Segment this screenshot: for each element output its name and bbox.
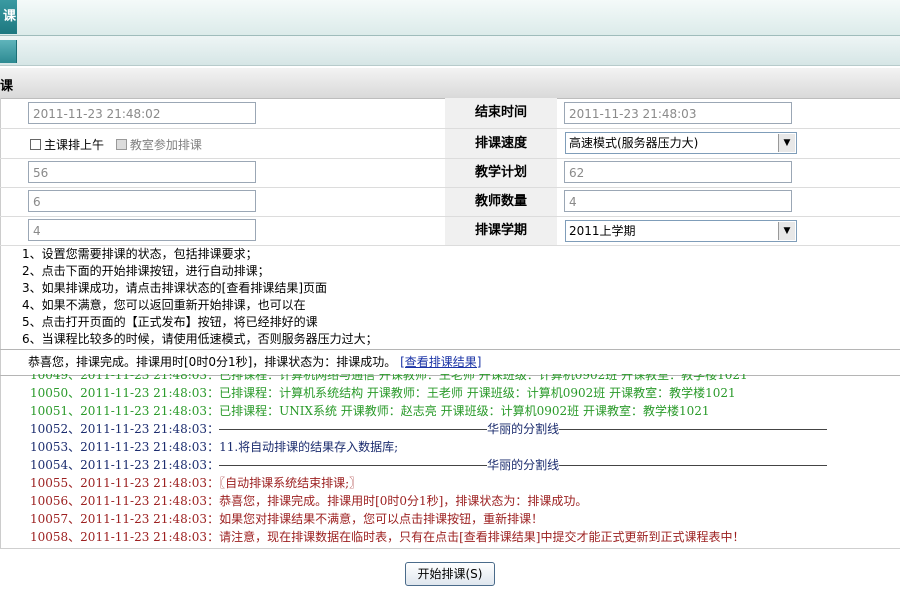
form-row-time: 2011-11-23 21:48:02 结束时间 2011-11-23 21:4… [0,98,900,129]
classroom-checkbox[interactable]: 教室参加排课 [115,138,202,152]
instruction-line: 1、设置您需要排课的状态，包括排课要求； [22,247,258,261]
log-panel: 10049、2011-11-23 21:48:03：已排课程：计算机网络与通信 … [30,374,890,548]
chevron-down-icon[interactable]: ▼ [778,134,795,152]
tab-scheduling[interactable]: 课 [0,0,17,34]
form-row-teachers: 6 教师数量 4 [0,188,900,217]
divider [219,429,488,430]
log-prefix: 10050、2011-11-23 21:48:03： [30,386,220,400]
plan-label: 教学计划 [445,159,557,187]
instructions: 1、设置您需要排课的状态，包括排课要求； 2、点击下面的开始排课按钮，进行自动排… [22,246,442,348]
log-text: 〖自动排课系统结束排课;〗 [219,476,362,490]
log-text: 恭喜您，排课完成。排课用时[0时0分1秒]，排课状态为：排课成功。 [219,494,588,508]
section-header: 课 [0,68,900,99]
log-prefix: 10056、2011-11-23 21:48:03： [30,494,220,508]
speed-value: 高速模式(服务器压力大) [569,136,699,150]
classroom-label: 教室参加排课 [129,138,202,152]
log-line: 10055、2011-11-23 21:48:03：〖自动排课系统结束排课;〗 [30,474,890,492]
bottom-bar: 开始排课(S) [0,548,900,601]
log-line: 10052、2011-11-23 21:48:03： 华丽的分割线 [30,420,890,438]
toolbar-handle[interactable] [0,40,17,63]
log-prefix: 10051、2011-11-23 21:48:03： [30,404,220,418]
log-prefix: 10058、2011-11-23 21:48:03： [30,530,220,544]
left-field-5[interactable]: 4 [28,219,256,241]
section-title: 课 [0,79,14,94]
semester-value: 2011上学期 [569,224,636,238]
form-row-plan: 56 教学计划 62 [0,159,900,188]
instruction-line: 2、点击下面的开始排课按钮，进行自动排课； [22,264,270,278]
teacher-count-label: 教师数量 [445,188,557,216]
main-morning-label: 主课排上午 [44,138,105,152]
log-text: 已排课程：计算机系统结构 开课教师：王老师 开课班级：计算机0902班 开课教室… [219,386,736,400]
top-tab-bar: 课 [0,0,900,36]
start-time-field[interactable]: 2011-11-23 21:48:02 [28,102,256,124]
log-text: 11.将自动排课的结果存入数据库; [219,440,399,454]
divider [559,429,828,430]
left-field-3[interactable]: 56 [28,161,256,183]
form-row-semester: 4 排课学期 2011上学期 ▼ [0,217,900,246]
log-text: 华丽的分割线 [487,422,560,436]
log-prefix: 10057、2011-11-23 21:48:03： [30,512,220,526]
speed-label: 排课速度 [445,129,557,158]
semester-label: 排课学期 [445,217,557,245]
log-line: 10051、2011-11-23 21:48:03：已排课程：UNIX系统 开课… [30,402,890,420]
instruction-line: 4、如果不满意，您可以返回重新开始排课，也可以在 [22,298,306,312]
log-text: 如果您对排课结果不满意，您可以点击排课按钮，重新排课！ [219,512,544,526]
divider [219,465,488,466]
speed-select[interactable]: 高速模式(服务器压力大) ▼ [565,132,797,154]
end-time-field[interactable]: 2011-11-23 21:48:03 [564,102,792,124]
checkbox-group: 主课排上午 教室参加排课 [30,136,202,153]
end-time-label: 结束时间 [445,98,557,128]
left-field-4[interactable]: 6 [28,190,256,212]
log-line: 10054、2011-11-23 21:48:03： 华丽的分割线 [30,456,890,474]
checkbox-icon [30,139,41,150]
log-prefix: 10053、2011-11-23 21:48:03： [30,440,220,454]
plan-field[interactable]: 62 [564,161,792,183]
log-text: 华丽的分割线 [487,458,560,472]
log-line: 10050、2011-11-23 21:48:03：已排课程：计算机系统结构 开… [30,384,890,402]
start-scheduling-button[interactable]: 开始排课(S) [405,562,495,586]
semester-select[interactable]: 2011上学期 ▼ [565,220,797,242]
log-prefix: 10055、2011-11-23 21:48:03： [30,476,220,490]
log-text: 请注意，现在排课数据在临时表，只有在点击[查看排课结果]中提交才能正式更新到正式… [219,530,745,544]
log-line: 10053、2011-11-23 21:48:03：11.将自动排课的结果存入数… [30,438,890,456]
chevron-down-icon[interactable]: ▼ [778,222,795,240]
checkbox-icon [115,139,127,150]
main-morning-checkbox[interactable]: 主课排上午 [30,138,104,152]
instruction-line: 3、如果排课成功，请点击排课状态的[查看排课结果]页面 [22,281,328,295]
status-bar: 恭喜您，排课完成。排课用时[0时0分1秒]，排课状态为：排课成功。 [查看排课结… [0,349,900,376]
log-line: 10056、2011-11-23 21:48:03：恭喜您，排课完成。排课用时[… [30,492,890,510]
log-line: 10058、2011-11-23 21:48:03：请注意，现在排课数据在临时表… [30,528,890,546]
divider [559,465,828,466]
teacher-count-field[interactable]: 4 [564,190,792,212]
form-row-speed: 主课排上午 教室参加排课 排课速度 高速模式(服务器压力大) ▼ [0,129,900,159]
log-text: 已排课程：UNIX系统 开课教师：赵志亮 开课班级：计算机0902班 开课教室：… [219,404,710,418]
log-text: 已排课程：计算机网络与通信 开课教师：王老师 开课班级：计算机0902班 开课教… [219,374,748,382]
log-line: 10057、2011-11-23 21:48:03：如果您对排课结果不满意，您可… [30,510,890,528]
log-prefix: 10049、2011-11-23 21:48:03： [30,374,220,382]
instruction-line: 6、当课程比较多的时候，请使用低速模式，否则服务器压力过大； [22,332,378,346]
toolbar [0,36,900,66]
instruction-line: 5、点击打开页面的【正式发布】按钮，将已经排好的课 [22,315,318,329]
status-message: 恭喜您，排课完成。排课用时[0时0分1秒]，排课状态为：排课成功。 [28,355,397,369]
log-prefix: 10052、2011-11-23 21:48:03： [30,422,220,436]
log-line: 10049、2011-11-23 21:48:03：已排课程：计算机网络与通信 … [30,374,890,384]
log-lines: 10049、2011-11-23 21:48:03：已排课程：计算机网络与通信 … [30,374,890,546]
view-results-link[interactable]: [查看排课结果] [400,355,481,369]
log-prefix: 10054、2011-11-23 21:48:03： [30,458,220,472]
